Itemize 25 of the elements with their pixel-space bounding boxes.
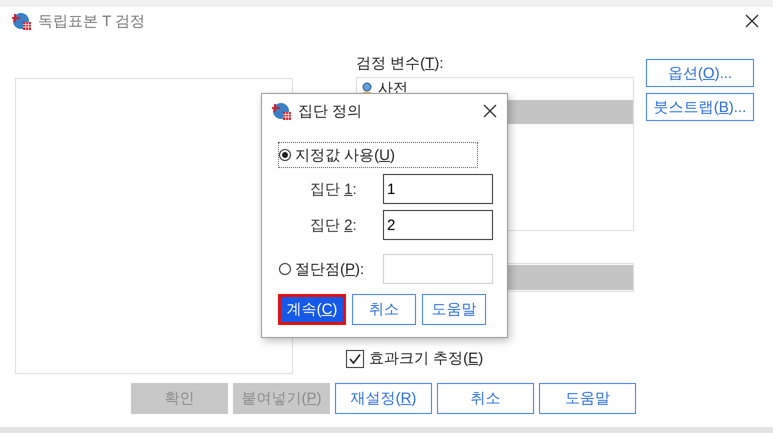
field-label: 집단 1: <box>310 180 357 198</box>
option-button[interactable]: 붓스트랩(B)... <box>646 93 754 121</box>
dialog-button[interactable]: 취소 <box>352 294 416 325</box>
option-button[interactable]: 옵션(O)... <box>646 59 754 87</box>
radio-button[interactable] <box>279 263 291 275</box>
radio-label: 지정값 사용(U) <box>295 146 396 164</box>
dialog-button[interactable]: 재설정(R) <box>335 383 432 414</box>
test-variables-label: 검정 변수(T): <box>356 55 445 73</box>
dialog-button[interactable]: 계속(C) <box>278 294 346 325</box>
input-field[interactable]: 1 <box>383 174 493 204</box>
dialog-button[interactable]: 도움말 <box>422 294 486 325</box>
close-icon[interactable] <box>745 14 759 28</box>
dialog-button[interactable]: 취소 <box>437 383 534 414</box>
checkbox[interactable] <box>346 350 364 368</box>
dialog-button[interactable]: 도움말 <box>539 383 636 414</box>
input-field[interactable]: 2 <box>383 210 493 240</box>
radio-label: 절단점(P): <box>295 260 364 278</box>
dialog-title: 집단 정의 <box>298 102 362 120</box>
checkbox-label: 효과크기 추정(E) <box>369 349 484 368</box>
field-label: 집단 2: <box>310 216 357 234</box>
close-icon[interactable] <box>483 104 497 118</box>
radio-button[interactable] <box>279 149 291 161</box>
app-icon <box>272 101 292 121</box>
app-icon <box>12 11 32 31</box>
window-title: 독립표본 T 검정 <box>38 12 146 30</box>
